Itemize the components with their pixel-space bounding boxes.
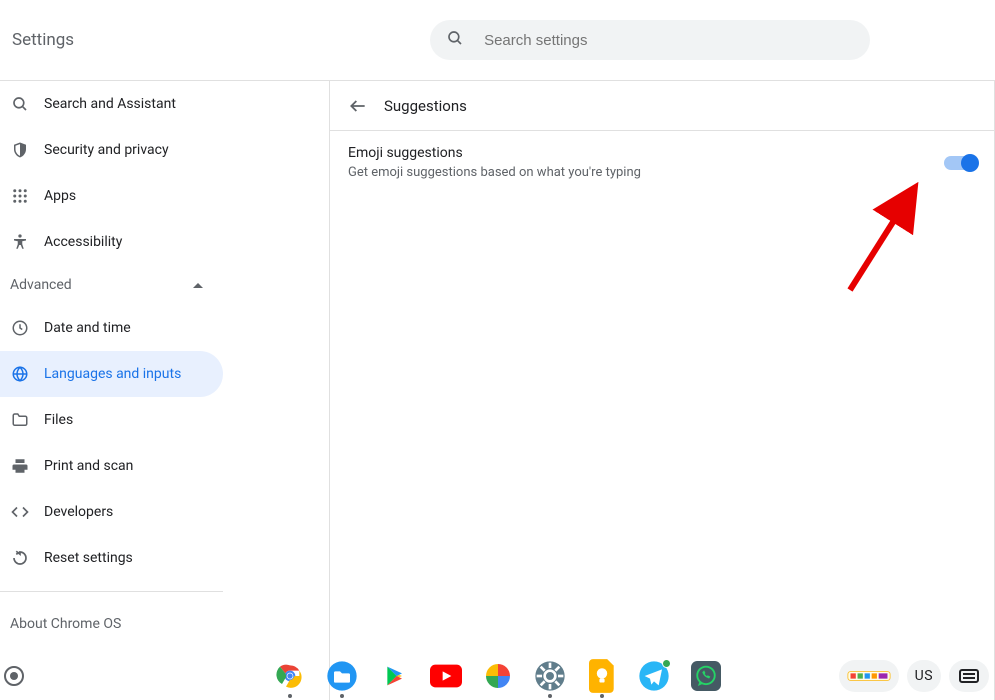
emoji-suggestions-subtitle: Get emoji suggestions based on what you'… [348,165,641,180]
launcher-button[interactable] [4,666,24,686]
back-button[interactable] [348,96,368,116]
sidebar-item-label: Print and scan [44,458,133,474]
notification-dot-icon [662,659,671,668]
shield-icon [10,140,30,160]
status-tray: US [839,660,989,692]
sidebar-item-label: Apps [44,188,76,204]
input-language-indicator[interactable]: US [907,660,941,692]
sidebar-item-label: Files [44,412,73,428]
sidebar-item-date-time[interactable]: Date and time [0,305,223,351]
sidebar-item-print-scan[interactable]: Print and scan [0,443,223,489]
chevron-up-icon [193,283,203,288]
sidebar-item-security-privacy[interactable]: Security and privacy [0,127,223,173]
back-arrow-icon [348,96,368,116]
search-field[interactable] [430,20,870,60]
sidebar-item-reset-settings[interactable]: Reset settings [0,535,223,581]
keep-icon[interactable] [586,660,618,692]
sidebar-item-label: Date and time [44,320,131,336]
search-icon [446,29,464,51]
sidebar-advanced-header[interactable]: Advanced [0,265,223,305]
sidebar-item-label: Reset settings [44,550,133,566]
clock-icon [10,318,30,338]
emoji-suggestions-title: Emoji suggestions [348,145,641,161]
sidebar-item-search-assistant[interactable]: Search and Assistant [0,81,223,127]
youtube-icon[interactable] [430,660,462,692]
virtual-keyboard-button[interactable] [949,660,989,692]
code-icon [10,502,30,522]
settings-app-icon[interactable] [534,660,566,692]
accessibility-icon [10,232,30,252]
layout-gap [223,81,329,700]
sidebar-item-label: Search and Assistant [44,96,176,112]
page-title: Suggestions [384,97,467,115]
sidebar-item-label: Accessibility [44,234,122,250]
input-language-label: US [915,668,933,684]
telegram-icon[interactable] [638,660,670,692]
chrome-icon[interactable] [274,660,306,692]
settings-sidebar: Search and Assistant Security and privac… [0,81,223,700]
shelf-app-row [274,660,722,692]
play-store-icon[interactable] [378,660,410,692]
sidebar-item-languages-inputs[interactable]: Languages and inputs [0,351,223,397]
emoji-suggestions-toggle[interactable] [944,156,976,170]
printer-icon [10,456,30,476]
sidebar-about-label: About Chrome OS [10,616,121,632]
sidebar-item-label: Languages and inputs [44,366,181,382]
reset-icon [10,548,30,568]
search-input[interactable] [484,32,854,49]
sidebar-item-files[interactable]: Files [0,397,223,443]
whatsapp-icon[interactable] [690,660,722,692]
page-header: Suggestions [330,81,994,131]
sidebar-item-accessibility[interactable]: Accessibility [0,219,223,265]
sidebar-advanced-label: Advanced [10,277,72,293]
keyboard-icon [959,669,979,683]
sidebar-divider [0,591,223,592]
sidebar-item-apps[interactable]: Apps [0,173,223,219]
emoji-suggestions-row: Emoji suggestions Get emoji suggestions … [330,131,994,194]
folder-icon [10,410,30,430]
quick-settings-icon [847,665,891,687]
app-title: Settings [12,30,74,50]
apps-grid-icon [10,186,30,206]
sidebar-item-label: Developers [44,504,113,520]
sidebar-about-chrome-os[interactable]: About Chrome OS [0,602,223,646]
sidebar-item-label: Security and privacy [44,142,169,158]
app-bar: Settings [0,0,995,81]
settings-page: Suggestions Emoji suggestions Get emoji … [329,81,995,700]
shelf: US [0,652,995,700]
quick-settings-button[interactable] [839,660,899,692]
globe-icon [10,364,30,384]
sidebar-item-developers[interactable]: Developers [0,489,223,535]
search-assistant-icon [10,94,30,114]
files-app-icon[interactable] [326,660,358,692]
photos-icon[interactable] [482,660,514,692]
